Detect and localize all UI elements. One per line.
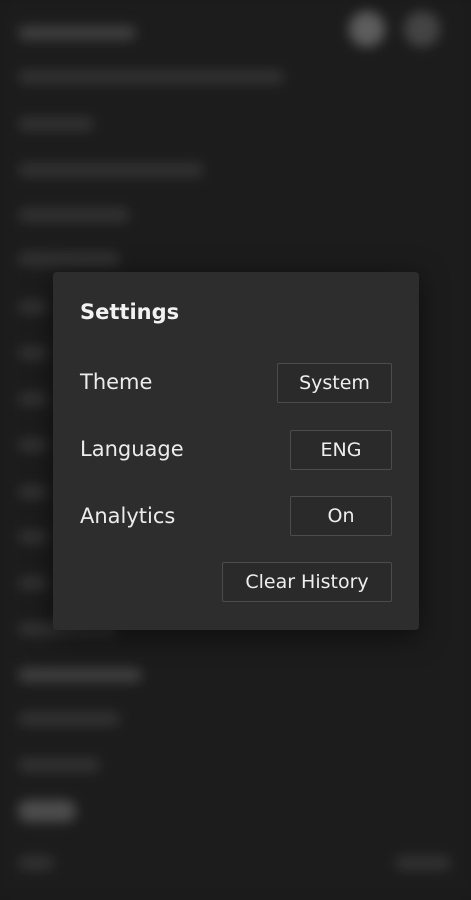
settings-title: Settings xyxy=(80,300,180,324)
theme-selector-button[interactable]: System xyxy=(277,363,392,403)
language-label: Language xyxy=(80,437,184,461)
clear-history-button[interactable]: Clear History xyxy=(222,562,392,602)
theme-label: Theme xyxy=(80,370,153,394)
settings-dialog: Settings Theme System Language ENG Analy… xyxy=(53,272,419,630)
analytics-label: Analytics xyxy=(80,504,176,528)
language-selector-button[interactable]: ENG xyxy=(290,430,392,470)
analytics-toggle-button[interactable]: On xyxy=(290,496,392,536)
